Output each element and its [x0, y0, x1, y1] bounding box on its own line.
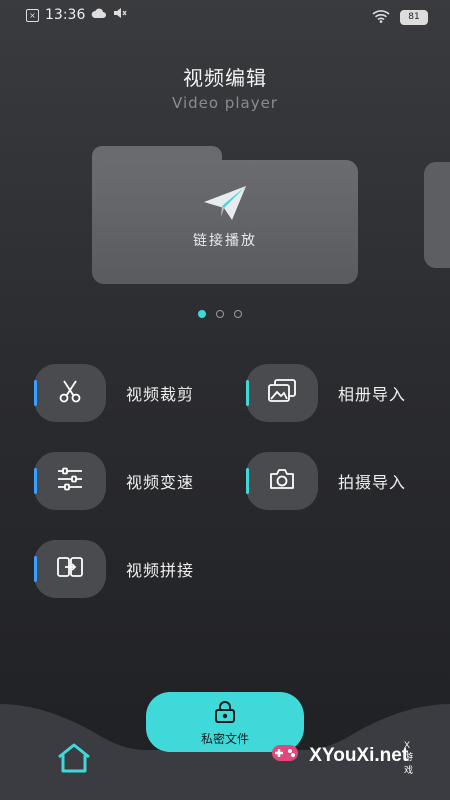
page-title: 视频编辑	[183, 66, 267, 90]
battery-icon: 81	[400, 10, 428, 25]
link-play-label: 链接播放	[193, 233, 257, 249]
album-import-button[interactable]: 相册导入	[246, 364, 406, 422]
watermark-text: XYouXi.net	[309, 745, 409, 766]
cloud-icon	[91, 7, 107, 23]
paper-plane-icon	[202, 184, 248, 228]
lock-icon	[214, 700, 236, 728]
album-import-label: 相册导入	[338, 385, 407, 404]
link-play-card[interactable]: 链接播放	[92, 146, 358, 284]
video-trim-label: 视频裁剪	[126, 385, 195, 404]
camera-import-label: 拍摄导入	[338, 473, 407, 492]
merge-icon	[56, 555, 84, 583]
camera-import-button[interactable]: 拍摄导入	[246, 452, 406, 510]
carousel-dot-2[interactable]	[216, 310, 224, 318]
carousel-dot-1[interactable]	[198, 310, 206, 318]
notification-x-icon: ×	[26, 8, 39, 22]
video-merge-button[interactable]: 视频拼接	[34, 540, 194, 598]
page-subtitle: Video player	[172, 94, 278, 112]
camera-icon	[268, 467, 296, 495]
sliders-icon	[56, 466, 84, 496]
video-speed-label: 视频变速	[126, 473, 195, 492]
video-trim-button[interactable]: 视频裁剪	[34, 364, 194, 422]
scissors-icon	[57, 378, 83, 408]
mute-icon	[113, 7, 127, 23]
home-icon[interactable]	[56, 742, 92, 778]
carousel-indicator	[198, 310, 242, 318]
video-speed-button[interactable]: 视频变速	[34, 452, 194, 510]
video-merge-label: 视频拼接	[126, 561, 195, 580]
status-bar: × 13:36 81	[0, 0, 450, 30]
gamepad-logo-icon	[270, 740, 300, 772]
next-card-peek[interactable]	[424, 162, 450, 268]
watermark-tag: X游戏	[404, 740, 414, 775]
status-time: 13:36	[45, 7, 86, 23]
carousel-dot-3[interactable]	[234, 310, 242, 318]
gallery-icon	[267, 378, 297, 408]
wifi-icon	[372, 8, 390, 27]
watermark: XYouXi.net X游戏	[270, 740, 413, 775]
